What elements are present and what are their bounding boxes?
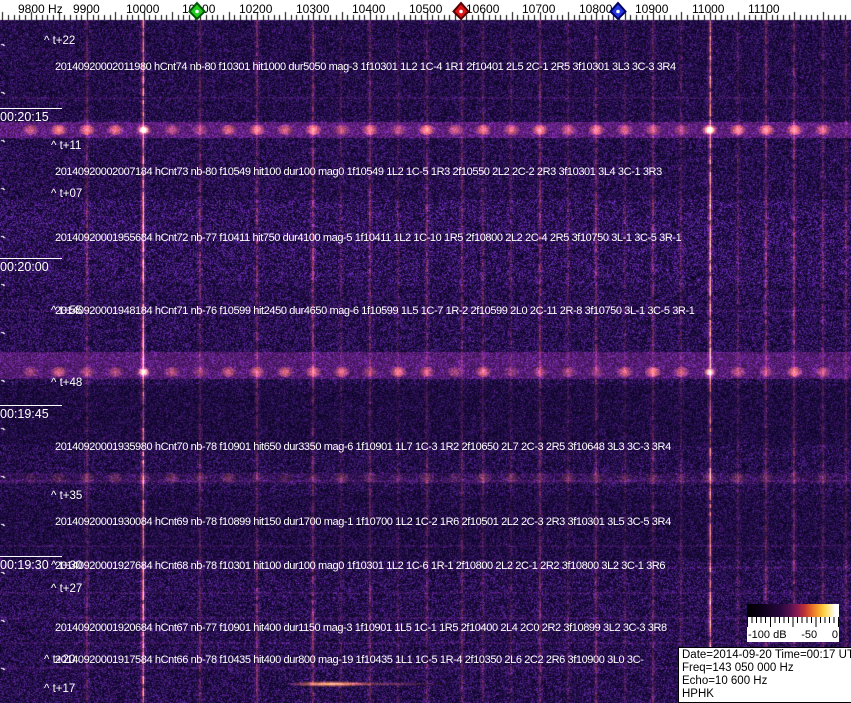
info-station-id: HPHK	[682, 688, 714, 700]
info-echo: Echo=10 600 Hz	[682, 675, 768, 687]
event-time-marker: ^ t+27	[51, 583, 83, 595]
db-color-scale: -100 dB -50 0	[747, 604, 839, 642]
detection-line: 20140920001955684 hCnt72 nb-77 f10411 hi…	[55, 232, 682, 244]
event-time-marker: ^ t+48	[51, 377, 83, 389]
event-time-marker: ^ t+22	[44, 35, 76, 47]
time-label: 00:19:45	[0, 405, 62, 421]
detection-line: 20140920001930084 hCnt69 nb-78 f10899 hi…	[55, 516, 671, 528]
freq-axis-label: 11100	[748, 2, 780, 16]
red-diamond-marker-icon[interactable]	[451, 1, 471, 21]
db-scale-ticks	[747, 617, 839, 628]
freq-axis-label: 10200	[239, 2, 273, 16]
event-time-marker: ^ t+11	[51, 140, 82, 152]
freq-axis-label: 9900	[73, 2, 100, 16]
freq-axis-label: 10700	[522, 2, 556, 16]
db-gradient-strip	[747, 604, 839, 617]
db-label-max: 0	[831, 629, 838, 641]
db-label-min: -100 dB	[748, 629, 787, 641]
time-label: 00:20:00	[0, 258, 62, 274]
detection-line: 20140920001935980 hCnt70 nb-78 f10901 hi…	[55, 441, 671, 453]
freq-axis-label: 11000	[692, 2, 725, 16]
event-time-marker: ^ t+30	[51, 560, 83, 572]
detection-line: 20140920001920684 hCnt67 nb-77 f10901 hi…	[55, 622, 667, 634]
info-frequency: Freq=143 050 000 Hz	[682, 662, 794, 674]
green-diamond-marker-icon[interactable]	[187, 1, 207, 21]
freq-axis-label: 10400	[352, 2, 386, 16]
detection-line: 20140920001917584 hCnt66 nb-78 f10435 hi…	[55, 654, 644, 666]
freq-axis-label: 9800 Hz	[18, 2, 63, 16]
detection-line: 20140920002011980 hCnt74 nb-80 f10301 hi…	[55, 61, 676, 73]
event-time-marker: ^ t+17	[44, 683, 76, 695]
freq-axis-label: 10900	[635, 2, 669, 16]
db-scale-labels: -100 dB -50 0	[747, 628, 839, 642]
session-info-box: Date=2014-09-20 Time=00:17 UTC Freq=143 …	[678, 647, 851, 703]
db-label-mid: -50	[801, 629, 818, 641]
freq-axis-label: 10300	[296, 2, 330, 16]
event-time-marker: ^ t+07	[51, 188, 83, 200]
event-time-marker: ^ t+35	[51, 490, 83, 502]
info-date-time: Date=2014-09-20 Time=00:17 UTC	[682, 649, 851, 661]
waterfall-spectrogram-canvas	[0, 0, 851, 703]
freq-axis-label: 10500	[409, 2, 443, 16]
time-label: 00:20:15	[0, 108, 62, 124]
detection-line: 20140920001948184 hCnt71 nb-76 f10599 hi…	[55, 305, 695, 317]
freq-axis-label: 10000	[126, 2, 160, 16]
spectrogram-app-window: 9800 Hz 9900 10000 10100 10200 10300 104…	[0, 0, 851, 703]
detection-line: 20140920001927684 hCnt68 nb-78 f10301 hi…	[55, 560, 666, 572]
time-label: 00:19:30	[0, 556, 62, 572]
event-time-marker: ^ t+20	[44, 654, 76, 666]
event-time-marker: ^ t+55	[51, 305, 83, 317]
freq-axis-label: 10600	[466, 2, 500, 16]
detection-line: 20140920002007184 hCnt73 nb-80 f10549 hi…	[55, 166, 662, 178]
blue-diamond-marker-icon[interactable]	[608, 1, 628, 21]
